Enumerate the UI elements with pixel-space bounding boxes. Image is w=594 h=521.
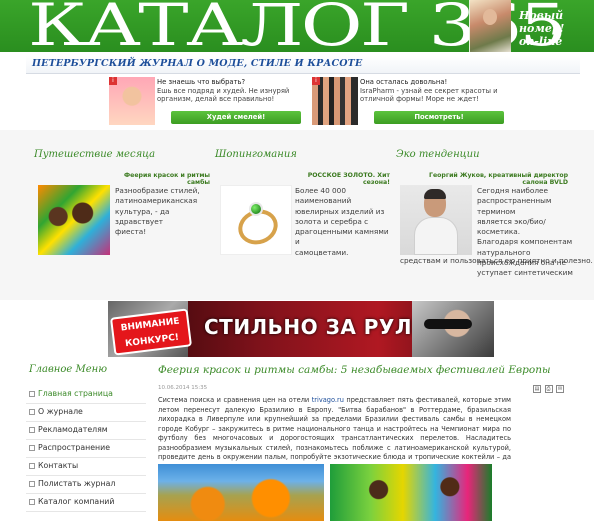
menu-bullet-icon xyxy=(29,481,35,487)
menu-item-contacts[interactable]: Контакты xyxy=(26,458,146,476)
menu-item-label[interactable]: Распространение xyxy=(38,443,110,452)
article-image-autumn[interactable] xyxy=(158,464,324,521)
feature-text-line: Более 40 000 наименований xyxy=(295,186,352,206)
feature-text-line: является эко/био/косметика. xyxy=(477,216,546,237)
feature-image-portrait[interactable] xyxy=(400,185,472,255)
new-issue-promo[interactable]: Новый номер! on-line xyxy=(519,9,594,48)
menu-item-label[interactable]: Рекламодателям xyxy=(38,425,108,434)
feature-subtitle-travel[interactable]: Феерия красок и ритмы самбы xyxy=(110,172,210,186)
ad-text: Она осталась довольна! IsraPharm - узнай… xyxy=(360,78,510,104)
feature-text-line: уступает синтетическим xyxy=(477,268,573,278)
ad-button-view[interactable]: Посмотреть! xyxy=(374,111,504,124)
pdf-icon[interactable]: ▤ xyxy=(533,385,541,393)
portrait-hair xyxy=(424,189,446,199)
ad-block-diet[interactable]: i Не знаешь что выбрать? Ешь все подряд … xyxy=(109,77,305,125)
menu-item-home[interactable]: Главная страница xyxy=(26,386,146,404)
feature-text-line: золота и серебра с xyxy=(295,216,369,226)
ad-body: Ешь все подряд и худей. Не изнуряй орган… xyxy=(157,86,290,104)
print-icon[interactable]: ⎙ xyxy=(544,385,553,393)
feature-text-line: ювелирных изделий из xyxy=(295,206,385,216)
feature-text-line: Разнообразие стилей, xyxy=(115,186,200,195)
feature-text-line: Благодаря компонентам xyxy=(477,237,573,247)
feature-text-line: фиеста! xyxy=(115,227,147,237)
ad-info-icon[interactable]: i xyxy=(312,77,320,85)
article: Феерия красок и ритмы самбы: 5 незабывае… xyxy=(158,364,594,521)
promo-line-2: номер! xyxy=(519,22,565,35)
main-menu-title: Главное Меню xyxy=(29,364,108,375)
feature-title-travel[interactable]: Путешествие месяца xyxy=(34,149,155,160)
promo-line-3: on-line xyxy=(519,35,563,48)
features-section: Путешествие месяца Феерия красок и ритмы… xyxy=(0,130,594,300)
portrait-body xyxy=(414,217,458,255)
menu-bullet-icon xyxy=(29,445,35,451)
menu-item-distribution[interactable]: Распространение xyxy=(26,440,146,458)
menu-item-label[interactable]: Главная страница xyxy=(38,389,113,398)
menu-bullet-icon xyxy=(29,499,35,505)
contest-banner[interactable]: ВНИМАНИЕ КОНКУРС! СТИЛЬНО ЗА РУЛЕМ xyxy=(108,301,494,357)
menu-item-browse-magazine[interactable]: Полистать журнал xyxy=(26,476,146,494)
menu-item-advertisers[interactable]: Рекламодателям xyxy=(26,422,146,440)
feature-text-line: драгоценными камнями и xyxy=(295,227,389,247)
menu-item-label[interactable]: Контакты xyxy=(38,461,78,470)
ad-body: IsraPharm - узнай ее секрет красоты и от… xyxy=(360,86,498,104)
feature-subtitle-shopping[interactable]: РОССКОЕ ЗОЛОТО. Хит сезона! xyxy=(290,172,390,186)
article-body-rest: представляет пять фестивалей, которые эт… xyxy=(158,396,511,471)
ad-button-lose-weight[interactable]: Худей смелей! xyxy=(171,111,301,124)
article-image-carnival[interactable] xyxy=(330,464,492,521)
menu-bullet-icon xyxy=(29,463,35,469)
feature-image-carnival[interactable] xyxy=(38,185,110,255)
article-body: Система поиска и сравнения цен на отели … xyxy=(158,396,511,472)
promo-line-1: Новый xyxy=(519,9,564,22)
trivago-link[interactable]: trivago.ru xyxy=(312,396,344,404)
menu-item-label[interactable]: Каталог компаний xyxy=(38,497,114,506)
menu-item-about[interactable]: О журнале xyxy=(26,404,146,422)
feature-subtitle-eco[interactable]: Георгий Жуков, креативный директор салон… xyxy=(408,172,568,186)
feature-text-eco-last: средствам и пользоваться ею приятно и по… xyxy=(400,256,593,265)
feature-text-line: распространенным термином xyxy=(477,196,552,216)
feature-text-line: культура, - да здравствует xyxy=(115,206,170,226)
article-meta: 10.06.2014 15:35 ▤ ⎙ ✉ xyxy=(158,380,594,396)
menu-item-company-catalog[interactable]: Каталог компаний xyxy=(26,494,146,512)
feature-title-shopping[interactable]: Шопингомания xyxy=(215,149,297,160)
menu-bullet-icon xyxy=(29,409,35,415)
feature-text-line: Сегодня наиболее xyxy=(477,186,548,195)
banner-headline: СТИЛЬНО ЗА РУЛЕМ xyxy=(204,315,447,339)
emerald-gem xyxy=(249,202,263,216)
email-icon[interactable]: ✉ xyxy=(556,385,565,393)
feature-text-line: самоцветами. xyxy=(295,247,349,257)
article-body-start: Система поиска и сравнения цен на отели xyxy=(158,396,312,404)
article-tools: ▤ ⎙ ✉ xyxy=(533,383,565,393)
menu-bullet-icon xyxy=(29,427,35,433)
article-title[interactable]: Феерия красок и ритмы самбы: 5 незабывае… xyxy=(158,364,594,376)
ad-headline[interactable]: Она осталась довольна! xyxy=(360,78,447,86)
menu-item-label[interactable]: Полистать журнал xyxy=(38,479,115,488)
main-menu: Главное Меню Главная страница О журнале … xyxy=(26,364,146,512)
feature-text-line: латиноамериканская xyxy=(115,196,198,206)
feature-title-eco[interactable]: Эко тенденции xyxy=(396,149,480,160)
site-subtitle: ПЕТЕРБУРГСКИЙ ЖУРНАЛ О МОДЕ, СТИЛЕ И КРА… xyxy=(32,58,363,69)
banner-model-image xyxy=(412,301,494,357)
ad-info-icon[interactable]: i xyxy=(109,77,117,85)
ad-headline[interactable]: Не знаешь что выбрать? xyxy=(157,78,245,86)
ad-text: Не знаешь что выбрать? Ешь все подряд и … xyxy=(157,78,307,104)
menu-item-label[interactable]: О журнале xyxy=(38,407,83,416)
feature-text-shopping: Более 40 000 наименований ювелирных изде… xyxy=(295,186,395,258)
subtitle-bar: ПЕТЕРБУРГСКИЙ ЖУРНАЛ О МОДЕ, СТИЛЕ И КРА… xyxy=(26,56,580,74)
site-header: КАТАЛОГ 365 Новый номер! on-line xyxy=(0,0,594,55)
menu-bullet-icon xyxy=(29,391,35,397)
sunglasses-shape xyxy=(424,319,472,329)
article-date: 10.06.2014 15:35 xyxy=(158,385,208,391)
ad-block-israpharm[interactable]: i Она осталась довольна! IsraPharm - узн… xyxy=(312,77,508,125)
feature-text-travel: Разнообразие стилей, латиноамериканская … xyxy=(115,186,215,237)
feature-image-ring[interactable] xyxy=(220,185,292,255)
magazine-cover-thumbnail[interactable] xyxy=(469,0,511,52)
